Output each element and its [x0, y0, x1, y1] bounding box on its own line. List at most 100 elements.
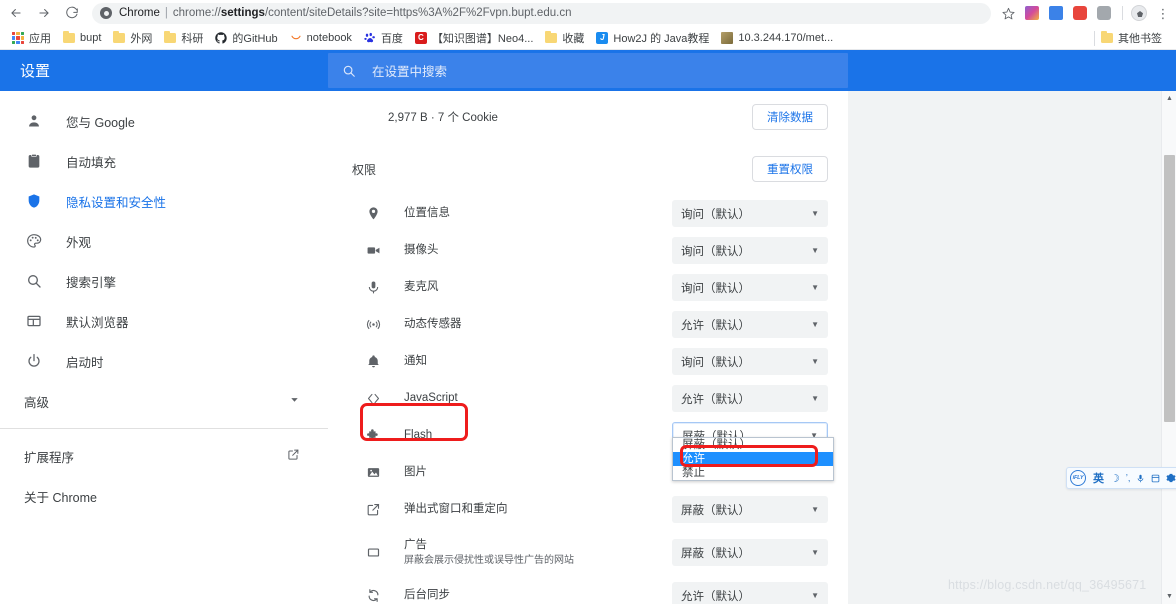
bookmark-item-waiwang[interactable]: 外网 — [107, 29, 158, 48]
permission-label: 弹出式窗口和重定向 — [404, 503, 508, 515]
ime-punctuation-icon[interactable]: ʼ, — [1126, 473, 1131, 483]
reset-permissions-button[interactable]: 重置权限 — [752, 156, 828, 182]
bookmark-item-bupt[interactable]: bupt — [57, 29, 107, 48]
other-bookmarks-label: 其他书签 — [1118, 33, 1162, 45]
permission-row-location: 位置信息 询问（默认） ▼ — [328, 195, 848, 232]
sidebar-item-about-chrome[interactable]: 关于 Chrome — [0, 476, 328, 516]
forward-button[interactable] — [32, 1, 56, 25]
bookmark-label: 10.3.244.170/met... — [738, 32, 834, 44]
sidebar-item-autofill[interactable]: 自动填充 — [0, 141, 328, 181]
scrollbar-thumb[interactable] — [1164, 155, 1175, 422]
ime-moon-icon[interactable]: ☽ — [1110, 472, 1120, 485]
sidebar-advanced-toggle[interactable]: 高级 — [0, 381, 328, 421]
bookmark-item-notebook[interactable]: notebook — [284, 29, 358, 48]
permission-value: 询问（默认） — [681, 282, 750, 295]
sidebar-item-extensions[interactable]: 扩展程序 — [0, 436, 328, 476]
bookmark-item-keyan[interactable]: 科研 — [158, 29, 209, 48]
omnibox-url-prefix: chrome:// — [172, 7, 221, 19]
sidebar-item-label: 自动填充 — [66, 155, 117, 170]
permission-select-background-sync[interactable]: 允许（默认） ▼ — [672, 582, 828, 604]
permission-label: 图片 — [404, 466, 427, 478]
bookmarks-bar: 应用 bupt 外网 科研 的GitHub notebook 百度 C 【知识图… — [0, 27, 1176, 50]
bookmark-star-icon[interactable] — [997, 2, 1019, 24]
chevron-down-icon: ▼ — [811, 246, 819, 255]
clear-data-button[interactable]: 清除数据 — [752, 104, 828, 130]
chevron-down-icon: ▼ — [811, 548, 819, 557]
omnibox-scheme-chip: Chrome — [119, 7, 160, 19]
dropdown-option-allow[interactable]: 允许 — [673, 452, 833, 466]
permission-label: 通知 — [404, 355, 427, 367]
permission-row-camera: 摄像头 询问（默认） ▼ — [328, 232, 848, 269]
how2j-icon: J — [596, 32, 609, 44]
permission-select-javascript[interactable]: 允许（默认） ▼ — [672, 385, 828, 412]
profile-avatar[interactable] — [1128, 2, 1150, 24]
permission-value: 屏蔽（默认） — [681, 547, 750, 560]
bookmark-label: 百度 — [380, 33, 403, 45]
other-bookmarks-button[interactable]: 其他书签 — [1101, 29, 1168, 48]
bookmark-item-metrics[interactable]: 10.3.244.170/met... — [715, 29, 839, 48]
dropdown-option-block[interactable]: 屏蔽（默认） — [673, 438, 833, 452]
bookmark-item-how2j[interactable]: J How2J 的 Java教程 — [590, 29, 715, 48]
cookie-usage-row: 2,977 B · 7 个 Cookie 清除数据 — [328, 91, 848, 143]
sidebar-item-privacy-and-security[interactable]: 隐私设置和安全性 — [0, 181, 328, 221]
sidebar-item-appearance[interactable]: 外观 — [0, 221, 328, 261]
camera-icon — [364, 242, 382, 260]
extension-icon-2[interactable] — [1045, 2, 1067, 24]
settings-search-input[interactable]: 在设置中搜索 — [328, 53, 848, 88]
chevron-down-icon: ▼ — [811, 505, 819, 514]
ime-microphone-icon[interactable] — [1136, 473, 1145, 484]
ime-settings-icon[interactable] — [1166, 473, 1176, 483]
chevron-down-icon: ▼ — [811, 209, 819, 218]
folder-icon — [1101, 31, 1113, 43]
sidebar-item-default-browser[interactable]: 默认浏览器 — [0, 301, 328, 341]
permission-row-background-sync: 后台同步 允许（默认） ▼ — [328, 577, 848, 604]
browser-window-icon — [24, 311, 44, 331]
site-info-icon[interactable] — [100, 7, 112, 19]
browser-toolbar: Chrome | chrome://settings/content/siteD… — [0, 0, 1176, 27]
bookmark-item-neo4j[interactable]: C 【知识图谱】Neo4... — [409, 29, 539, 48]
bookmark-apps[interactable]: 应用 — [6, 29, 57, 48]
extension-icon-3[interactable] — [1069, 2, 1091, 24]
page-scrollbar[interactable]: ▲ ▼ — [1161, 91, 1176, 604]
blog-watermark: https://blog.csdn.net/qq_36495671 — [948, 578, 1147, 592]
browser-menu-button[interactable]: ⋮ — [1152, 2, 1174, 24]
bookmark-item-github[interactable]: 的GitHub — [209, 29, 283, 48]
sidebar-item-label: 搜索引擎 — [66, 275, 117, 290]
dropdown-option-deny[interactable]: 禁止 — [673, 466, 833, 480]
sidebar-item-on-startup[interactable]: 启动时 — [0, 341, 328, 381]
permission-select-notifications[interactable]: 询问（默认） ▼ — [672, 348, 828, 375]
scrollbar-down-arrow[interactable]: ▼ — [1162, 589, 1176, 604]
sidebar-item-you-and-google[interactable]: 您与 Google — [0, 101, 328, 141]
permission-select-popups[interactable]: 屏蔽（默认） ▼ — [672, 496, 828, 523]
permission-select-ads[interactable]: 屏蔽（默认） ▼ — [672, 539, 828, 566]
extension-icon-1[interactable] — [1021, 2, 1043, 24]
reload-button[interactable] — [60, 1, 84, 25]
image-icon — [364, 464, 382, 482]
bookmark-item-baidu[interactable]: 百度 — [358, 29, 409, 48]
iflytek-logo-icon[interactable]: iFLY — [1070, 470, 1086, 486]
bookmark-label: 外网 — [130, 33, 153, 45]
ime-floating-toolbar[interactable]: iFLY 英 ☽ ʼ, — [1066, 467, 1176, 489]
chevron-down-icon: ▼ — [811, 357, 819, 366]
permission-row-motion-sensors: 动态传感器 允许（默认） ▼ — [328, 306, 848, 343]
ime-language-mode[interactable]: 英 — [1093, 470, 1104, 486]
github-icon — [215, 32, 228, 44]
permissions-header-row: 权限 重置权限 — [328, 143, 848, 195]
address-bar[interactable]: Chrome | chrome://settings/content/siteD… — [92, 2, 991, 24]
flash-permission-dropdown[interactable]: 屏蔽（默认） 允许 禁止 — [672, 437, 834, 481]
settings-body: 您与 Google 自动填充 隐私设置和安全性 外观 搜索引擎 默认浏览器 启动… — [0, 91, 1176, 604]
back-button[interactable] — [4, 1, 28, 25]
sidebar-item-label: 外观 — [66, 235, 92, 250]
ime-panel-icon[interactable] — [1151, 474, 1160, 483]
permission-select-location[interactable]: 询问（默认） ▼ — [672, 200, 828, 227]
search-icon — [342, 64, 356, 78]
extension-icon-4[interactable] — [1093, 2, 1115, 24]
permission-select-microphone[interactable]: 询问（默认） ▼ — [672, 274, 828, 301]
permission-select-camera[interactable]: 询问（默认） ▼ — [672, 237, 828, 264]
csdn-icon: C — [414, 32, 427, 44]
scrollbar-up-arrow[interactable]: ▲ — [1162, 91, 1176, 106]
permission-row-ads: 广告 屏蔽会展示侵扰性或误导性广告的网站 屏蔽（默认） ▼ — [328, 528, 848, 577]
permission-select-motion-sensors[interactable]: 允许（默认） ▼ — [672, 311, 828, 338]
bookmark-item-shoucang[interactable]: 收藏 — [539, 29, 590, 48]
sidebar-item-search-engine[interactable]: 搜索引擎 — [0, 261, 328, 301]
